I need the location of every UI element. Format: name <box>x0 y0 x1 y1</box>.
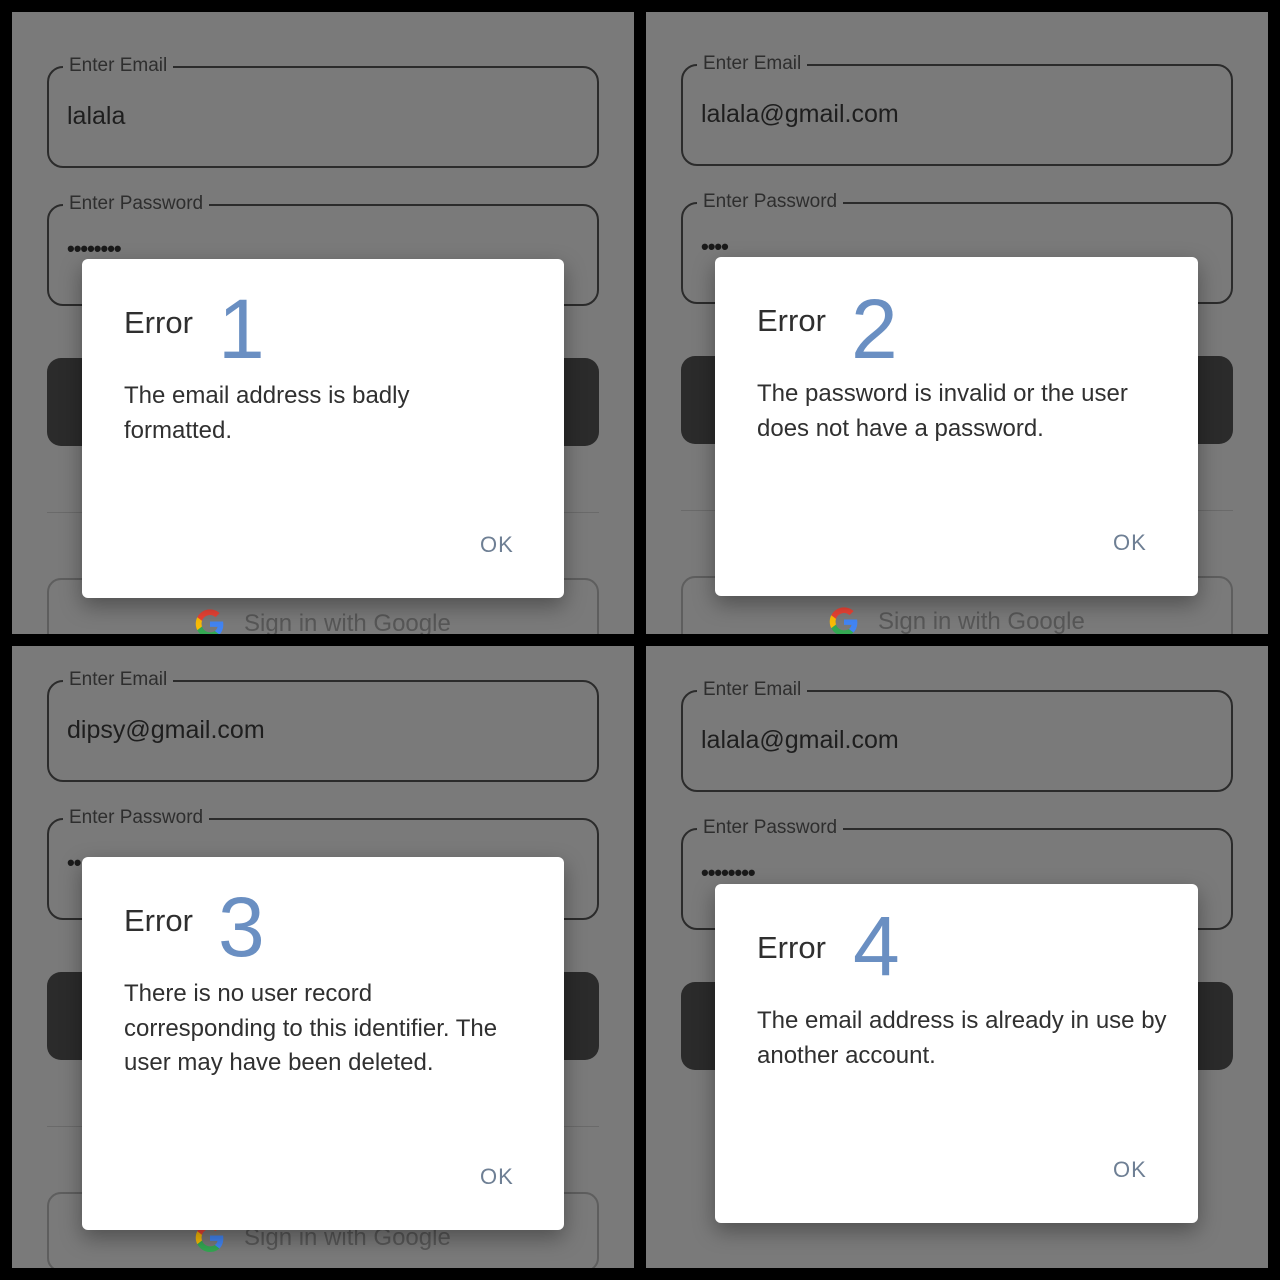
dialog-message: There is no user record corresponding to… <box>124 980 498 1076</box>
dialog-title: Error <box>757 303 826 338</box>
email-field[interactable]: Enter Email lalala <box>47 55 599 168</box>
dialog-title: Error <box>124 305 193 340</box>
error-dialog: Error 2 The password is invalid or the u… <box>715 257 1198 596</box>
dialog-message: The email address is already in use by a… <box>757 1007 1167 1069</box>
email-field-value: lalala@gmail.com <box>701 100 899 128</box>
password-field-label: Enter Password <box>63 807 210 829</box>
google-sign-in-row: Sign in with Google <box>828 606 1085 634</box>
email-field-label: Enter Email <box>63 55 174 77</box>
email-field[interactable]: Enter Email dipsy@gmail.com <box>47 669 599 782</box>
error-dialog: Error 4 The email address is already in … <box>715 884 1198 1223</box>
email-field[interactable]: Enter Email lalala@gmail.com <box>681 679 1233 792</box>
panel-2: Enter Email lalala@gmail.com Enter Passw… <box>646 12 1268 634</box>
panel-3: Enter Email dipsy@gmail.com Enter Passwo… <box>12 646 634 1268</box>
dialog-number-annotation: 3 <box>218 880 265 974</box>
google-icon <box>195 609 224 634</box>
dialog-message: The password is invalid or the user does… <box>757 380 1128 442</box>
google-icon <box>829 607 858 634</box>
email-field-label: Enter Email <box>697 53 808 75</box>
panel-4: Enter Email lalala@gmail.com Enter Passw… <box>646 646 1268 1268</box>
email-field-value: lalala@gmail.com <box>701 726 899 754</box>
email-field[interactable]: Enter Email lalala@gmail.com <box>681 53 1233 166</box>
dialog-message: The email address is badly formatted. <box>124 382 410 444</box>
ok-button[interactable]: OK <box>480 1164 514 1190</box>
password-field-label: Enter Password <box>697 191 844 213</box>
ok-button[interactable]: OK <box>1113 1157 1147 1183</box>
email-field-value: dipsy@gmail.com <box>67 716 265 744</box>
dialog-number-annotation: 4 <box>853 899 900 993</box>
error-dialog: Error 3 There is no user record correspo… <box>82 857 564 1230</box>
dialog-title: Error <box>757 930 826 965</box>
dialog-title: Error <box>124 903 193 938</box>
password-mask: •••••••• <box>701 860 756 885</box>
panel-1: Enter Email lalala Enter Password ••••••… <box>12 12 634 634</box>
dialog-number-annotation: 1 <box>218 282 265 376</box>
ok-button[interactable]: OK <box>1113 530 1147 556</box>
error-dialog: Error 1 The email address is badly forma… <box>82 259 564 598</box>
email-field-label: Enter Email <box>63 669 174 691</box>
dialog-number-annotation: 2 <box>851 282 898 376</box>
email-field-value: lalala <box>67 102 126 130</box>
google-sign-in-label: Sign in with Google <box>878 608 1085 634</box>
password-field-label: Enter Password <box>63 193 210 215</box>
password-field-label: Enter Password <box>697 817 844 839</box>
password-mask: •• <box>67 850 81 875</box>
google-sign-in-label: Sign in with Google <box>244 610 451 634</box>
ok-button[interactable]: OK <box>480 532 514 558</box>
google-sign-in-row: Sign in with Google <box>194 608 451 634</box>
email-field-label: Enter Email <box>697 679 808 701</box>
